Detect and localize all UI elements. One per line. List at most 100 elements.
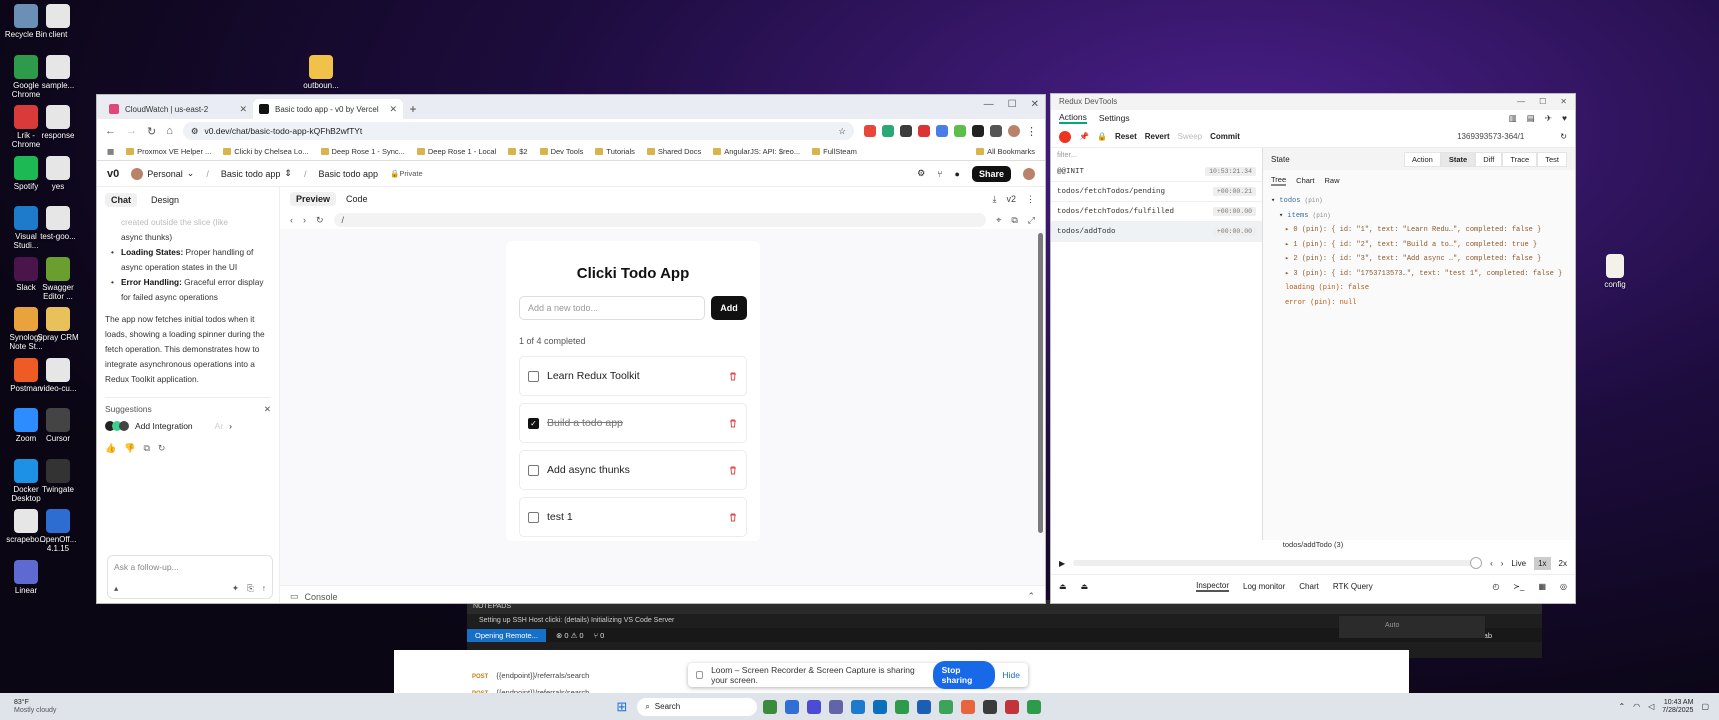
stop-sharing-button[interactable]: Stop sharing (932, 661, 995, 689)
apps-grid-icon[interactable]: ▦ (107, 147, 114, 156)
tab-chart[interactable]: Chart (1299, 582, 1319, 591)
v0-logo[interactable]: v0 (107, 168, 119, 180)
desktop-icon[interactable]: Twingate (35, 458, 81, 494)
record-icon[interactable] (1059, 130, 1071, 143)
close-icon[interactable]: ✕ (239, 104, 247, 115)
scrollbar[interactable] (1038, 233, 1043, 533)
forward-icon[interactable]: › (303, 215, 306, 225)
bookmark-item[interactable]: Tutorials (595, 147, 635, 156)
tab-state[interactable]: State (1440, 151, 1476, 167)
weather-widget[interactable]: 83°F Mostly cloudy (14, 699, 56, 715)
clock[interactable]: 10:43 AM 7/28/2025 (1662, 699, 1693, 715)
subtab-chart[interactable]: Chart (1296, 176, 1314, 185)
preview-path-input[interactable]: / (333, 213, 987, 227)
tree-node[interactable]: error (pin): null (1271, 296, 1567, 311)
tab-actions[interactable]: Actions (1059, 112, 1087, 124)
speed-1x-button[interactable]: 1x (1534, 556, 1551, 570)
tab-settings[interactable]: Settings (1099, 113, 1130, 123)
extension-icon[interactable] (936, 124, 948, 137)
reload-icon[interactable]: ↻ (147, 125, 156, 138)
twitter-icon[interactable]: ✈ (1545, 113, 1552, 124)
suggestion-next[interactable]: Ar (215, 421, 224, 431)
tab-trace[interactable]: Trace (1502, 151, 1538, 167)
desktop-icon[interactable]: test-goo... (35, 206, 81, 241)
tab-design[interactable]: Design (145, 193, 185, 207)
tray-chevron-icon[interactable]: ⌃ (1618, 702, 1625, 711)
ports-count[interactable]: ⑂ 0 (594, 631, 605, 640)
drag-handle-icon[interactable] (696, 671, 704, 679)
reset-button[interactable]: Reset (1115, 132, 1137, 141)
menu-kebab-icon[interactable]: ⋮ (1026, 125, 1037, 138)
chrome-icon[interactable] (895, 699, 910, 714)
tree-node[interactable]: ▸ 1 (pin): { id: "2", text: "Build a to…… (1271, 238, 1567, 253)
suggestion-add-integration[interactable]: Add Integration (135, 421, 193, 431)
close-window-icon[interactable]: ✕ (1560, 94, 1567, 110)
extension-icon[interactable] (900, 124, 912, 137)
send-icon[interactable]: ↑ (262, 583, 266, 594)
chevron-right-icon[interactable]: › (229, 421, 232, 431)
word-icon[interactable] (917, 699, 932, 714)
slider-handle[interactable] (1470, 557, 1483, 569)
monitor-icon[interactable]: ◴ (1492, 582, 1499, 591)
problems-count[interactable]: ⊗ 0 ⚠ 0 (556, 631, 584, 640)
extension-icon[interactable] (864, 124, 876, 137)
pin-icon[interactable]: 📌 (1079, 132, 1089, 141)
more-icon[interactable]: ⋮ (1026, 194, 1035, 205)
version-selector[interactable]: v2 (1006, 194, 1016, 205)
commit-button[interactable]: Commit (1210, 132, 1240, 141)
timeline-slider[interactable] (1073, 557, 1483, 569)
console-bar[interactable]: ▭ Console ⌃ (280, 585, 1045, 603)
lock-icon[interactable]: 🔒 (1097, 132, 1107, 141)
tab-test[interactable]: Test (1537, 151, 1567, 167)
todo-checkbox[interactable] (528, 464, 539, 476)
bookmark-item[interactable]: Deep Rose 1 - Sync... (320, 147, 405, 156)
step-forward-icon[interactable]: › (1501, 559, 1504, 568)
subtab-tree[interactable]: Tree (1271, 175, 1287, 186)
play-icon[interactable]: ▶ (1059, 559, 1065, 568)
extension-icon[interactable] (972, 124, 984, 137)
bookmark-item[interactable]: All Bookmarks (976, 147, 1035, 156)
bookmark-item[interactable]: FullSteam (812, 147, 857, 156)
bookmark-item[interactable]: Deep Rose 1 - Local (416, 147, 496, 156)
sync-icon[interactable]: ↻ (1560, 132, 1567, 141)
trash-icon[interactable] (728, 371, 738, 381)
desktop-icon[interactable]: Swagger Editor ... (35, 256, 81, 301)
minimize-icon[interactable]: — (984, 99, 994, 110)
remote-status-button[interactable]: Opening Remote... (467, 628, 546, 642)
chevron-up-icon[interactable]: ⌃ (1027, 591, 1035, 602)
instance-selector[interactable]: 1369393573-364/1 (1457, 132, 1524, 141)
tab-cloudwatch[interactable]: CloudWatch | us-east-2 ✕ (103, 99, 253, 119)
tab-action[interactable]: Action (1404, 151, 1441, 167)
step-back-icon[interactable]: ‹ (1490, 559, 1493, 568)
sweep-button[interactable]: Sweep (1178, 132, 1202, 141)
terminal-icon[interactable]: ≻_ (1513, 582, 1524, 591)
desktop-icon[interactable]: video-cu... (35, 357, 81, 393)
excel-icon[interactable] (939, 699, 954, 714)
tab-diff[interactable]: Diff (1475, 151, 1503, 167)
notification-icon[interactable]: ▢ (1701, 702, 1709, 711)
trash-icon[interactable] (728, 512, 738, 522)
sparkle-icon[interactable]: ✦ (232, 583, 239, 594)
tree-node[interactable]: ▸ 2 (pin): { id: "3", text: "Add async …… (1271, 252, 1567, 267)
widgets-icon[interactable] (763, 699, 778, 714)
git-branch-icon[interactable]: ⑂ (937, 169, 942, 179)
bookmark-item[interactable]: AngularJS: API: $reo... (713, 147, 800, 156)
close-icon[interactable]: ✕ (389, 104, 397, 115)
desktop-icon[interactable]: Cursor (35, 408, 81, 443)
action-row[interactable]: todos/fetchTodos/fulfilled +00:00.00 (1051, 202, 1262, 222)
extension-icon[interactable] (954, 124, 966, 137)
tab-v0[interactable]: Basic todo app - v0 by Vercel ✕ (253, 99, 403, 119)
redux-devtools-window[interactable]: Redux DevTools — ☐ ✕ Actions Settings ▥ … (1050, 93, 1576, 604)
chat-icon[interactable]: ▤ (1527, 113, 1535, 124)
desktop-icon-outbound[interactable]: outboun... (298, 55, 344, 90)
todo-checkbox[interactable] (528, 511, 539, 523)
tab-preview[interactable]: Preview (290, 192, 337, 206)
followup-input[interactable]: Ask a follow-up... ▴ ✦ ⎘ ↑ (107, 555, 273, 599)
desktop-icon[interactable]: client (35, 4, 81, 39)
settings-gear-icon[interactable]: ⚙ (917, 168, 925, 179)
grid-icon[interactable]: ▦ (1538, 582, 1546, 591)
home-icon[interactable]: ⌂ (166, 125, 173, 137)
bookmark-item[interactable]: Shared Docs (646, 147, 701, 156)
bookmark-item[interactable]: $2 (508, 147, 528, 156)
dispatcher-icon[interactable]: ⏏ (1059, 582, 1067, 591)
